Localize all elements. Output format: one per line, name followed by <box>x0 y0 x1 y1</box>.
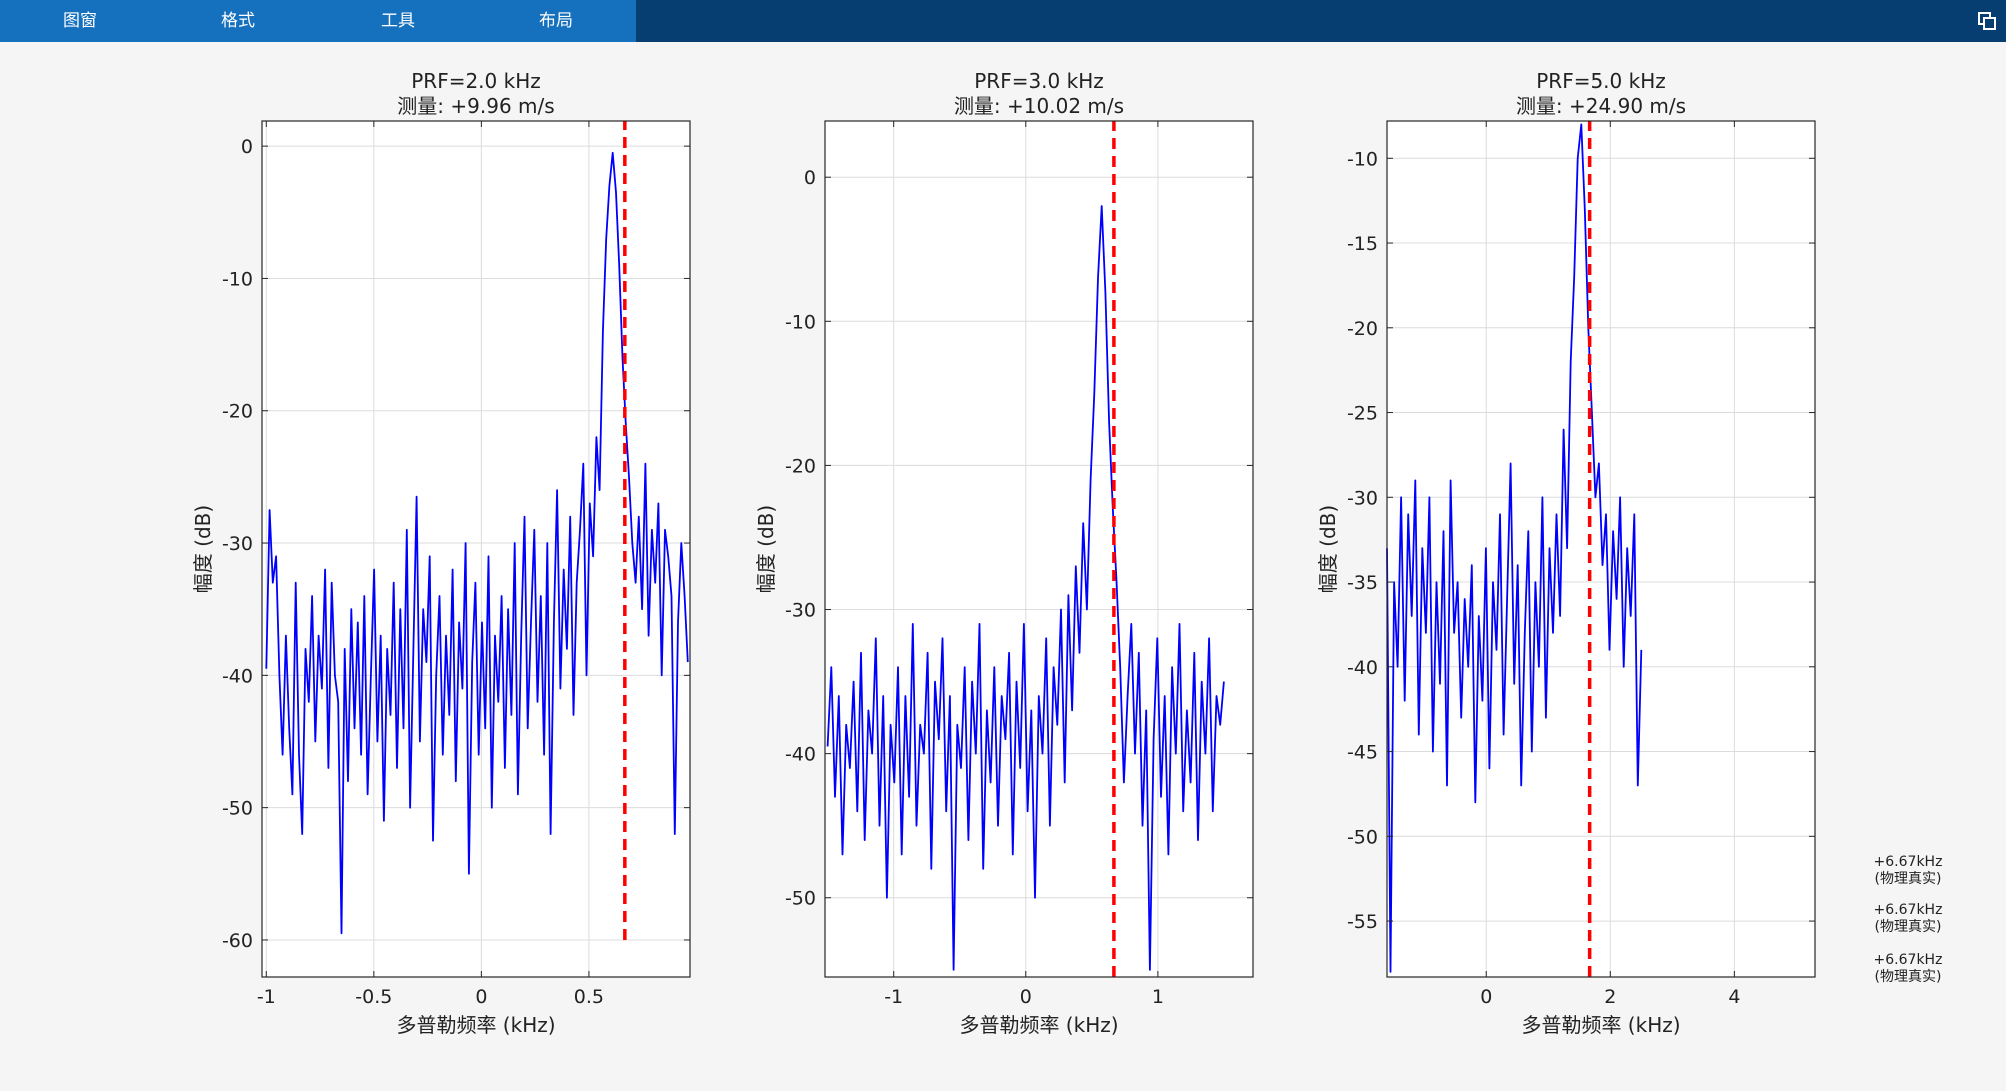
side-note-2: +6.67kHz (物理真实) <box>1838 902 1978 936</box>
plot1-ylabel: 幅度 (dB) <box>191 505 215 593</box>
plot3-xtick-label-2: 4 <box>1728 986 1740 1008</box>
tab-layout[interactable]: 布局 <box>496 0 616 42</box>
tab-figure[interactable]: 图窗 <box>20 0 140 42</box>
side-note-1-caption: (物理真实) <box>1874 871 1942 887</box>
plot2-title: PRF=3.0 kHz <box>974 69 1104 93</box>
plot3-ytick-label-8: -15 <box>1347 233 1378 255</box>
plot1-axes: -1 -0.5 0 0.5 -60 -50 -40 -30 -20 -10 0 PRF=2.0 kHz… <box>191 69 691 1037</box>
plot3-ytick-label-9: -10 <box>1347 148 1378 170</box>
plot3-xlabel: 多普勒频率 (kHz) <box>1521 1013 1680 1037</box>
plot3-axes: 0 2 4 -55 -50 -45 -40 -35 -30 -25 -20 -15 -10 PRF=5.0… <box>1316 69 1816 1037</box>
plot2-ytick-label-5: 0 <box>804 167 816 189</box>
undock-icon[interactable] <box>1978 12 1996 30</box>
plot1-xtick-label-3: 0.5 <box>574 986 604 1008</box>
plot3-ytick-label-4: -35 <box>1347 572 1378 594</box>
plot3-ylabel: 幅度 (dB) <box>1316 505 1340 593</box>
side-note-3: +6.67kHz (物理真实) <box>1838 952 1978 986</box>
plot1-ytick-label-2: -40 <box>222 665 253 687</box>
plot2-ytick-label-4: -10 <box>785 311 816 333</box>
plot1-xtick-label-2: 0 <box>475 986 487 1008</box>
plot1-ytick-label-6: 0 <box>241 136 253 158</box>
plot1-ytick-label-5: -10 <box>222 268 253 290</box>
plot2-subtitle: 测量: +10.02 m/s <box>954 94 1124 118</box>
plot1-xlabel: 多普勒频率 (kHz) <box>396 1013 555 1037</box>
plot1-ytick-label-1: -50 <box>222 798 253 820</box>
menu-bar: 图窗 格式 工具 布局 <box>0 0 2006 42</box>
plot2-ylabel: 幅度 (dB) <box>754 505 778 593</box>
plot1-ytick-label-0: -60 <box>222 930 253 952</box>
plot2-ytick-label-0: -50 <box>785 888 816 910</box>
plot3-ytick-label-0: -55 <box>1347 911 1378 933</box>
plot2-xtick-label-0: -1 <box>884 986 903 1008</box>
plot2-axes: -1 0 1-50-40-30-20-100PRF=3.0 kHz测量: +10.0… <box>754 69 1254 1037</box>
plot3-ytick-label-1: -50 <box>1347 826 1378 848</box>
plot3-xtick-label-0: 0 <box>1480 986 1492 1008</box>
plot3-ytick-label-7: -20 <box>1347 318 1378 340</box>
tab-format[interactable]: 格式 <box>178 0 298 42</box>
side-note-2-freq: +6.67kHz <box>1873 902 1943 918</box>
plot3-xtick-label-1: 2 <box>1604 986 1616 1008</box>
plot1-ytick-label-3: -30 <box>222 533 253 555</box>
plot3-subtitle: 测量: +24.90 m/s <box>1516 94 1686 118</box>
plot2-xtick-label-2: 1 <box>1152 986 1164 1008</box>
plot2-xtick-label-1: 0 <box>1020 986 1032 1008</box>
plot1-subtitle: 测量: +9.96 m/s <box>397 94 554 118</box>
plot1-title: PRF=2.0 kHz <box>411 69 541 93</box>
side-note-3-freq: +6.67kHz <box>1873 952 1943 968</box>
figure-canvas: -1 -0.5 0 0.5 -60 -50 -40 -30 -20 -10 0 PRF=2.0 kHz… <box>0 42 2006 1091</box>
plot2-ytick-label-1: -40 <box>785 744 816 766</box>
plot1-ytick-label-4: -20 <box>222 401 253 423</box>
plot2-xlabel: 多普勒频率 (kHz) <box>959 1013 1118 1037</box>
plot3-ytick-label-2: -45 <box>1347 742 1378 764</box>
plot2-ytick-label-3: -20 <box>785 455 816 477</box>
plot3-ytick-label-3: -40 <box>1347 657 1378 679</box>
plot3-ytick-label-5: -30 <box>1347 487 1378 509</box>
menu-tabs: 图窗 格式 工具 布局 <box>0 0 636 42</box>
plot2-plot-area <box>825 121 1253 977</box>
side-note-2-caption: (物理真实) <box>1874 919 1942 935</box>
side-note-3-caption: (物理真实) <box>1874 969 1942 985</box>
plot1-xtick-label-0: -1 <box>257 986 276 1008</box>
tab-tools[interactable]: 工具 <box>338 0 458 42</box>
plots-svg: -1 -0.5 0 0.5-60-50-40-30-20-100PRF=2.0 kHz… <box>191 69 1816 1037</box>
side-note-1-freq: +6.67kHz <box>1873 854 1943 870</box>
plot3-ytick-label-6: -25 <box>1347 403 1378 425</box>
plot3-title: PRF=5.0 kHz <box>1536 69 1666 93</box>
side-note-1: +6.67kHz (物理真实) <box>1838 854 1978 888</box>
plot2-ytick-label-2: -30 <box>785 600 816 622</box>
plot1-xtick-label-1: -0.5 <box>355 986 392 1008</box>
plot3-plot-area <box>1387 121 1815 977</box>
